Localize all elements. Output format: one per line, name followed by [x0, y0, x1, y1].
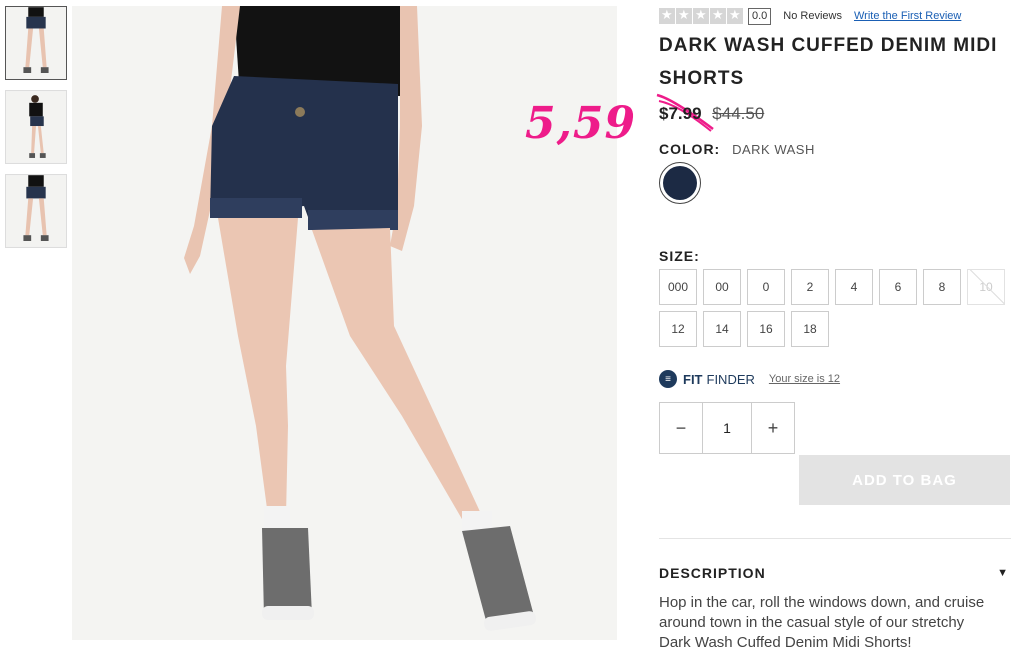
color-label: COLOR:	[659, 141, 721, 157]
star-icon	[710, 8, 726, 24]
description-heading: DESCRIPTION	[659, 565, 766, 581]
star-icon	[676, 8, 692, 24]
star-icon	[693, 8, 709, 24]
size-option[interactable]: 6	[879, 269, 917, 305]
size-option[interactable]: 14	[703, 311, 741, 347]
color-selector-label: COLOR: DARK WASH	[659, 141, 815, 157]
fit-finder[interactable]: ≡ FIT FINDER Your size is 12	[659, 370, 840, 388]
description-text: Hop in the car, roll the windows down, a…	[659, 594, 985, 651]
size-option: 10	[967, 269, 1005, 305]
size-option[interactable]: 18	[791, 311, 829, 347]
thumbnail-side[interactable]	[5, 90, 67, 164]
sale-price: $7.99	[659, 104, 702, 123]
your-size-link[interactable]: Your size is 12	[769, 373, 840, 385]
color-value: DARK WASH	[732, 142, 815, 157]
fit-finder-bold: FIT	[683, 371, 703, 387]
divider	[659, 538, 1011, 539]
star-icon	[659, 8, 675, 24]
size-options: 000 00 0 2 4 6 8 10 12 14 16 18	[659, 269, 1011, 347]
star-rating	[659, 8, 743, 24]
size-option[interactable]: 0	[747, 269, 785, 305]
original-price: $44.50	[712, 104, 765, 123]
size-label: SIZE:	[659, 248, 700, 264]
size-option[interactable]: 4	[835, 269, 873, 305]
star-icon	[727, 8, 743, 24]
size-option[interactable]: 00	[703, 269, 741, 305]
fit-finder-light: FINDER	[706, 371, 755, 387]
fit-finder-icon: ≡	[659, 370, 677, 388]
color-swatch-dark-wash[interactable]	[659, 162, 701, 204]
size-option[interactable]: 16	[747, 311, 785, 347]
swatch-fill	[663, 166, 697, 200]
caret-down-icon: ▼	[997, 567, 1009, 579]
size-option[interactable]: 12	[659, 311, 697, 347]
product-title: DARK WASH CUFFED DENIM MIDI SHORTS	[659, 35, 998, 89]
price-annotation: 5,59	[525, 98, 637, 149]
quantity-decrease-button[interactable]: −	[660, 403, 702, 453]
size-option[interactable]: 000	[659, 269, 697, 305]
thumbnail-back[interactable]	[5, 174, 67, 248]
quantity-value[interactable]: 1	[702, 403, 752, 453]
description-toggle[interactable]: DESCRIPTION ▼	[659, 565, 1011, 581]
quantity-increase-button[interactable]: +	[752, 403, 794, 453]
rating-score: 0.0	[748, 7, 772, 25]
add-to-bag-button[interactable]: ADD TO BAG	[799, 455, 1010, 505]
review-count: No Reviews	[783, 10, 842, 22]
write-review-link[interactable]: Write the First Review	[854, 10, 961, 22]
rating-row: 0.0 No Reviews Write the First Review	[659, 7, 961, 25]
size-option[interactable]: 2	[791, 269, 829, 305]
price: $7.99 $44.50	[659, 104, 764, 124]
size-option[interactable]: 8	[923, 269, 961, 305]
quantity-stepper: − 1 +	[659, 402, 795, 454]
thumbnail-front[interactable]	[5, 6, 67, 80]
thumbnail-list	[5, 6, 69, 258]
